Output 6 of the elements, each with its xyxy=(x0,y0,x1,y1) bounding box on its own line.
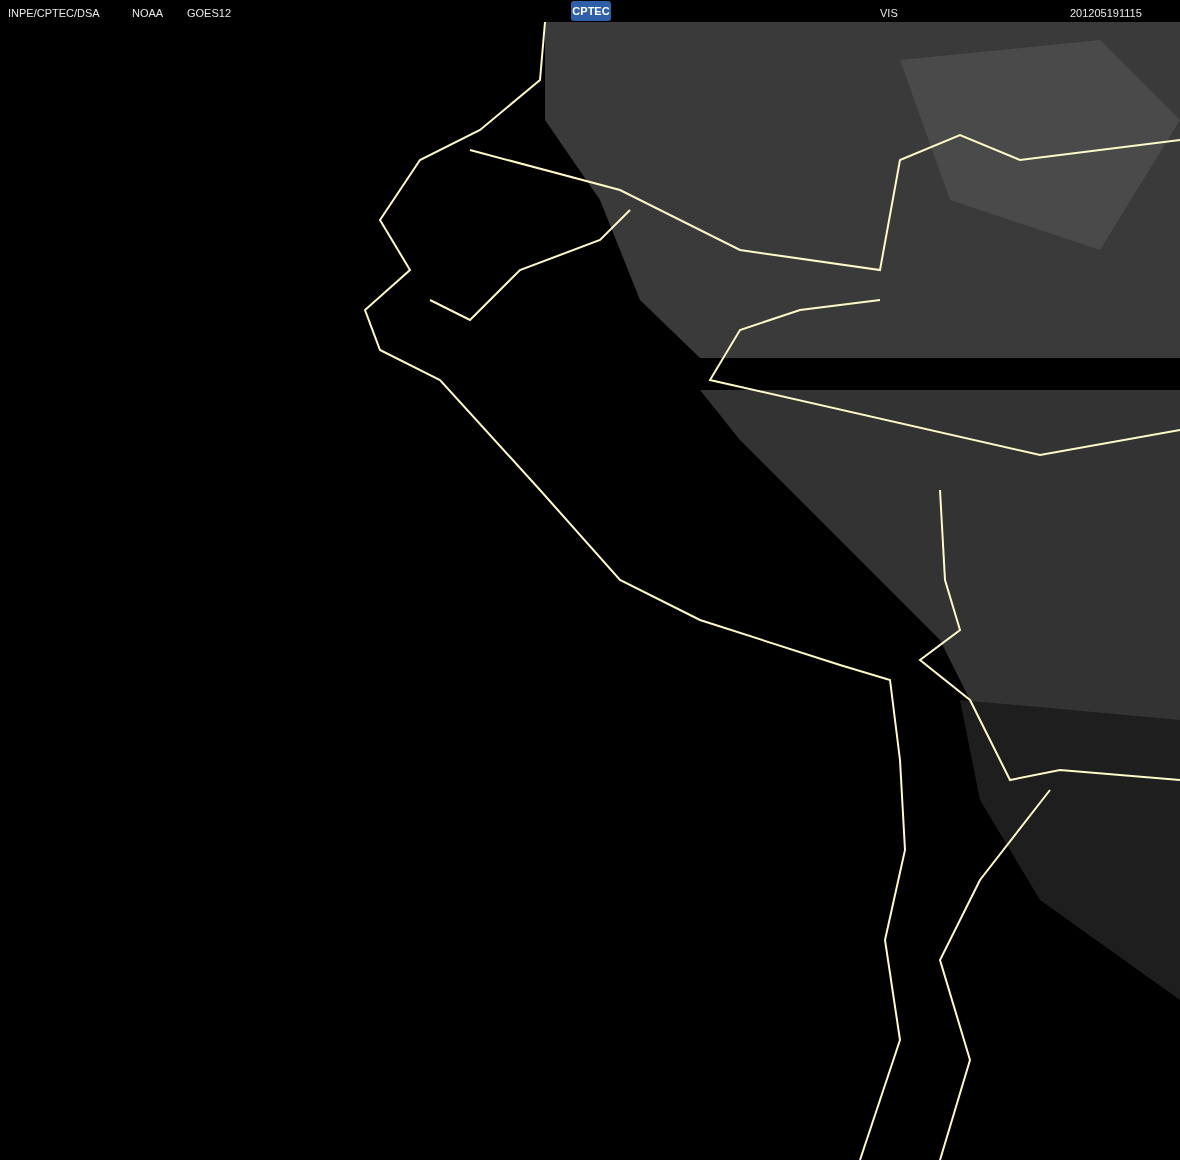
logo: CPTEC xyxy=(571,1,611,21)
header-label: GOES12 xyxy=(187,6,232,21)
channel-label: VIS xyxy=(880,6,898,21)
header-label: NOAA xyxy=(132,6,164,21)
header-label: INPE/CPTEC/DSA xyxy=(8,6,100,21)
timestamp: 201205191115 xyxy=(1070,6,1142,21)
